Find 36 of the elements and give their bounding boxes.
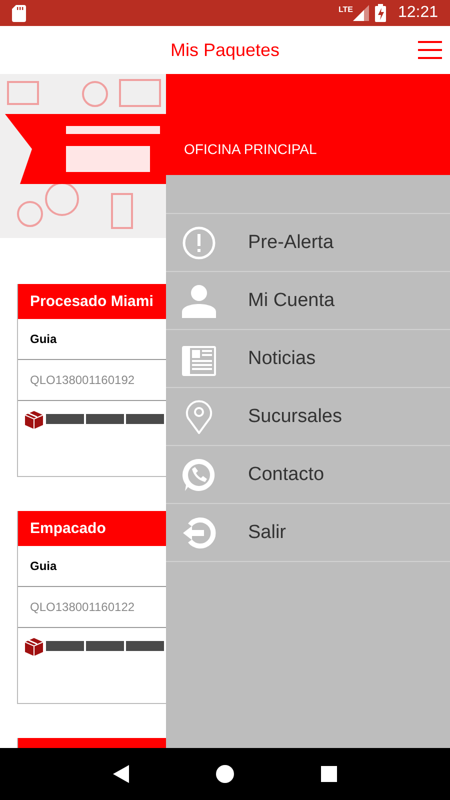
box-icon: [24, 637, 44, 657]
back-icon[interactable]: [113, 765, 130, 783]
package-status: Procesado Miami: [30, 293, 154, 310]
menu-item[interactable]: Sucursales: [166, 388, 450, 446]
menu-icon[interactable]: [418, 41, 442, 59]
menu-item[interactable]: Contacto: [166, 446, 450, 504]
progress-segment: [126, 641, 164, 651]
signal-icon: [352, 5, 369, 21]
logout-icon: [182, 516, 216, 550]
menu-item[interactable]: Pre-Alerta: [166, 214, 450, 272]
screen-title: Mis Paquetes: [170, 40, 280, 60]
network-label: LTE: [338, 5, 353, 14]
package-status: Empacado: [30, 520, 106, 537]
clock: 12:21: [398, 4, 438, 22]
progress-segment: [126, 414, 164, 424]
tracking-number: QLO138001160122: [30, 600, 135, 614]
menu-item[interactable]: Noticias: [166, 330, 450, 388]
location-pin-icon: [185, 400, 213, 434]
tracking-number: QLO138001160192: [30, 373, 135, 387]
guia-label: Guia: [30, 559, 57, 573]
progress-segment: [46, 414, 84, 424]
menu-item[interactable]: Mi Cuenta: [166, 272, 450, 330]
home-icon[interactable]: [216, 765, 234, 783]
box-icon: [24, 410, 44, 430]
progress-segment: [46, 641, 84, 651]
progress-segment: [86, 414, 124, 424]
sd-card-icon: [12, 4, 26, 22]
office-name: OFICINA PRINCIPAL: [184, 141, 317, 157]
guia-label: Guia: [30, 332, 57, 346]
progress-segment: [86, 641, 124, 651]
alert-icon: [182, 226, 216, 260]
menu-item[interactable]: Salir: [166, 504, 450, 562]
battery-charging-icon: [374, 4, 386, 22]
recents-icon[interactable]: [320, 766, 337, 782]
person-icon: [182, 284, 216, 318]
phone-icon: [182, 458, 216, 492]
